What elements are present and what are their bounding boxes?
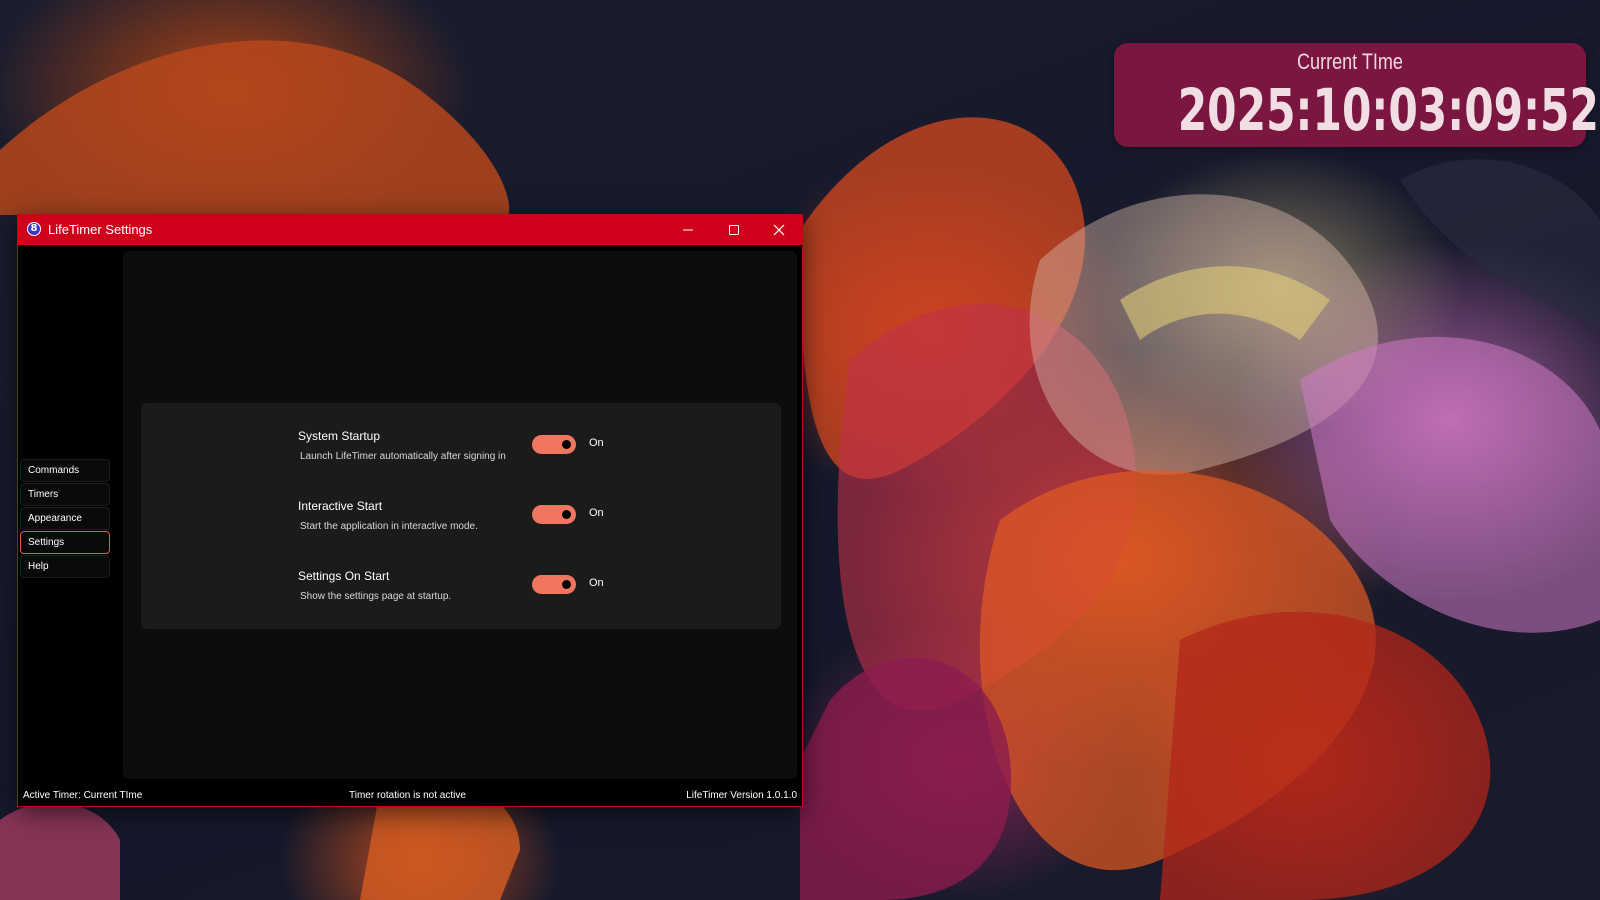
settings-card: System Startup Launch LifeTimer automati…: [141, 403, 781, 629]
sidebar-item-help[interactable]: Help: [20, 555, 110, 578]
sidebar-nav: Commands Timers Appearance Settings Help: [18, 245, 122, 780]
sidebar-item-timers[interactable]: Timers: [20, 483, 110, 506]
toggle-state-label: On: [589, 437, 604, 449]
toggle-knob: [562, 440, 571, 449]
app-icon: 8: [27, 222, 41, 236]
clock-widget-title: Current TIme: [1297, 49, 1403, 74]
settings-page: System Startup Launch LifeTimer automati…: [123, 251, 797, 779]
status-bar: Active Timer: Current TIme Timer rotatio…: [18, 785, 802, 806]
version-label: LifeTimer Version 1.0.1.0: [686, 790, 797, 801]
setting-row-system-startup: System Startup Launch LifeTimer automati…: [141, 429, 781, 479]
active-timer-status: Active Timer: Current TIme: [23, 790, 143, 801]
settings-on-start-toggle[interactable]: [532, 575, 576, 594]
lifetimer-settings-window: 8 LifeTimer Settings Commands Timers App…: [17, 214, 803, 807]
sidebar-item-appearance[interactable]: Appearance: [20, 507, 110, 530]
setting-title: Interactive Start: [298, 499, 383, 513]
title-bar[interactable]: 8 LifeTimer Settings: [18, 215, 802, 245]
minimize-icon: [683, 229, 693, 231]
close-button[interactable]: [756, 215, 802, 245]
sidebar-item-settings[interactable]: Settings: [20, 531, 110, 554]
toggle-state-label: On: [589, 507, 604, 519]
toggle-knob: [562, 580, 571, 589]
interactive-start-toggle[interactable]: [532, 505, 576, 524]
setting-title: Settings On Start: [298, 569, 390, 583]
system-startup-toggle[interactable]: [532, 435, 576, 454]
setting-title: System Startup: [298, 429, 381, 443]
setting-description: Show the settings page at startup.: [300, 591, 452, 602]
setting-row-interactive-start: Interactive Start Start the application …: [141, 499, 781, 549]
minimize-button[interactable]: [665, 215, 711, 245]
maximize-icon: [729, 225, 739, 235]
toggle-knob: [562, 510, 571, 519]
clock-widget-time: 2025:10:03:09:52:13: [1177, 76, 1600, 144]
close-icon: [773, 224, 785, 236]
window-title: LifeTimer Settings: [48, 222, 153, 237]
current-time-widget: Current TIme 2025:10:03:09:52:13: [1114, 43, 1600, 147]
setting-row-settings-on-start: Settings On Start Show the settings page…: [141, 569, 781, 619]
sidebar-item-commands[interactable]: Commands: [20, 459, 110, 482]
setting-description: Launch LifeTimer automatically after sig…: [300, 451, 506, 462]
toggle-state-label: On: [589, 577, 604, 589]
maximize-button[interactable]: [711, 215, 757, 245]
timer-rotation-status: Timer rotation is not active: [349, 790, 466, 801]
setting-description: Start the application in interactive mod…: [300, 521, 478, 532]
